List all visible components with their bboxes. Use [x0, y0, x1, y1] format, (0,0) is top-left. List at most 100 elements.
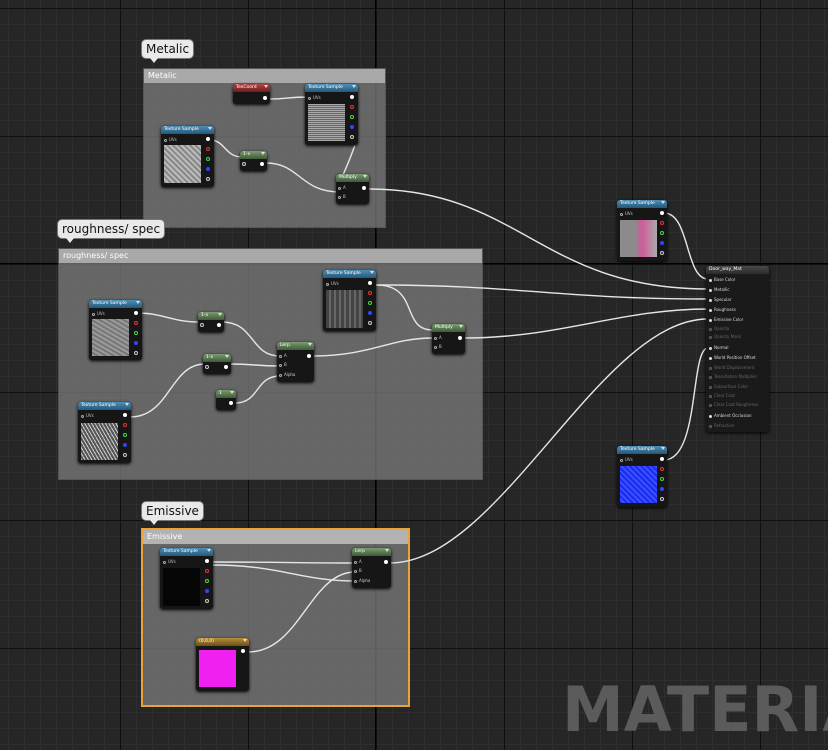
collapse-arrow-icon[interactable]	[225, 355, 229, 358]
g-output-pin[interactable]	[350, 115, 354, 119]
a-output-pin[interactable]	[660, 251, 664, 255]
b-output-pin[interactable]	[123, 443, 127, 447]
material-pin-opacity[interactable]: Opacity	[709, 326, 729, 331]
output-pin[interactable]	[224, 365, 228, 369]
a-output-pin[interactable]	[123, 453, 127, 457]
collapse-arrow-icon[interactable]	[264, 85, 268, 88]
uvs-input-pin[interactable]: UVs	[81, 413, 94, 418]
material-pin-world-displacement[interactable]: World Displacement	[709, 365, 754, 370]
rgb-output-pin[interactable]	[350, 95, 354, 99]
collapse-arrow-icon[interactable]	[208, 127, 212, 130]
color-constant-node[interactable]: (0,0,0)	[196, 638, 249, 691]
comment-bubble-roughness-spec[interactable]: roughness/ spec	[58, 220, 165, 243]
b-input-pin[interactable]: B	[434, 344, 442, 349]
material-pin-base-color[interactable]: Base Color	[709, 277, 735, 282]
input-pin[interactable]	[200, 323, 204, 327]
a-input-pin[interactable]: A	[338, 185, 346, 190]
texture-sample-node-normal[interactable]: Texture Sample UVs	[617, 446, 667, 507]
b-output-pin[interactable]	[660, 241, 664, 245]
b-output-pin[interactable]	[206, 167, 210, 171]
r-output-pin[interactable]	[134, 321, 138, 325]
g-output-pin[interactable]	[123, 433, 127, 437]
collapse-arrow-icon[interactable]	[308, 343, 312, 346]
rgb-output-pin[interactable]	[123, 413, 127, 417]
color-swatch[interactable]	[199, 650, 236, 687]
b-output-pin[interactable]	[205, 589, 209, 593]
multiply-node-metal[interactable]: Multiply A B	[336, 174, 369, 204]
material-pin-emissive-color[interactable]: Emissive Color	[709, 317, 743, 322]
r-output-pin[interactable]	[205, 569, 209, 573]
g-output-pin[interactable]	[206, 157, 210, 161]
collapse-arrow-icon[interactable]	[661, 447, 665, 450]
rgb-output-pin[interactable]	[206, 137, 210, 141]
alpha-input-pin[interactable]: Alpha	[354, 578, 370, 583]
collapse-arrow-icon[interactable]	[459, 325, 463, 328]
g-output-pin[interactable]	[660, 477, 664, 481]
material-pin-roughness[interactable]: Roughness	[709, 307, 736, 312]
b-output-pin[interactable]	[660, 487, 664, 491]
uvs-input-pin[interactable]: UVs	[164, 137, 177, 142]
output-pin[interactable]	[260, 162, 264, 166]
g-output-pin[interactable]	[660, 231, 664, 235]
material-pin-subsurface-color[interactable]: Subsurface Color	[709, 384, 748, 389]
output-pin[interactable]	[263, 96, 267, 100]
collapse-arrow-icon[interactable]	[243, 639, 247, 642]
comment-bubble-metalic[interactable]: Metalic	[142, 40, 194, 63]
comment-bubble-emissive[interactable]: Emissive	[142, 502, 203, 525]
material-pin-world-position-offset[interactable]: World Position Offset	[709, 355, 756, 360]
input-pin[interactable]	[205, 365, 209, 369]
a-output-pin[interactable]	[350, 135, 354, 139]
r-output-pin[interactable]	[350, 105, 354, 109]
material-pin-ambient-occlusion[interactable]: Ambient Occlusion	[709, 413, 752, 418]
output-pin[interactable]	[229, 401, 233, 405]
one-minus-node-metal[interactable]: 1-x	[240, 151, 267, 171]
collapse-arrow-icon[interactable]	[363, 175, 367, 178]
output-pin[interactable]	[362, 186, 366, 190]
rgb-output-pin[interactable]	[205, 559, 209, 563]
b-output-pin[interactable]	[368, 311, 372, 315]
texture-sample-node-rough-c[interactable]: Texture Sample UVs	[323, 270, 376, 331]
uvs-input-pin[interactable]: UVs	[308, 95, 321, 100]
lerp-node-rough[interactable]: Lerp A B Alpha	[277, 342, 314, 382]
a-output-pin[interactable]	[205, 599, 209, 603]
comment-header-emissive[interactable]: Emissive	[143, 530, 408, 544]
collapse-arrow-icon[interactable]	[352, 85, 356, 88]
collapse-arrow-icon[interactable]	[125, 403, 129, 406]
collapse-arrow-icon[interactable]	[218, 313, 222, 316]
g-output-pin[interactable]	[205, 579, 209, 583]
r-output-pin[interactable]	[660, 467, 664, 471]
multiply-node-rough[interactable]: Multiply A B	[432, 324, 465, 354]
texcoord-node[interactable]: TexCoord	[233, 84, 270, 104]
a-output-pin[interactable]	[134, 351, 138, 355]
output-pin[interactable]	[307, 354, 311, 358]
constant-node[interactable]: 1	[216, 390, 236, 410]
collapse-arrow-icon[interactable]	[136, 301, 140, 304]
rgb-output-pin[interactable]	[134, 311, 138, 315]
b-input-pin[interactable]: B	[354, 568, 362, 573]
b-input-pin[interactable]: B	[279, 362, 287, 367]
rgb-output-pin[interactable]	[368, 281, 372, 285]
output-pin[interactable]	[241, 649, 245, 653]
a-input-pin[interactable]: A	[279, 353, 287, 358]
output-pin[interactable]	[217, 323, 221, 327]
uvs-input-pin[interactable]: UVs	[163, 559, 176, 564]
input-pin[interactable]	[242, 162, 246, 166]
uvs-input-pin[interactable]: UVs	[326, 281, 339, 286]
uvs-input-pin[interactable]: UVs	[620, 211, 633, 216]
texture-sample-node-metal-a[interactable]: Texture Sample UVs	[161, 126, 214, 187]
uvs-input-pin[interactable]: UVs	[92, 311, 105, 316]
g-output-pin[interactable]	[368, 301, 372, 305]
one-minus-node-rough-a[interactable]: 1-x	[198, 312, 224, 332]
r-output-pin[interactable]	[206, 147, 210, 151]
collapse-arrow-icon[interactable]	[661, 201, 665, 204]
b-output-pin[interactable]	[134, 341, 138, 345]
rgb-output-pin[interactable]	[660, 457, 664, 461]
collapse-arrow-icon[interactable]	[261, 152, 265, 155]
material-pin-clear-coat-roughness[interactable]: Clear Coat Roughness	[709, 402, 758, 407]
r-output-pin[interactable]	[368, 291, 372, 295]
rgb-output-pin[interactable]	[660, 211, 664, 215]
material-pin-refraction[interactable]: Refraction	[709, 423, 734, 428]
collapse-arrow-icon[interactable]	[385, 549, 389, 552]
material-result-node[interactable]: Door_way_Mat Base Color Metallic Specular R…	[706, 266, 769, 432]
a-output-pin[interactable]	[660, 497, 664, 501]
